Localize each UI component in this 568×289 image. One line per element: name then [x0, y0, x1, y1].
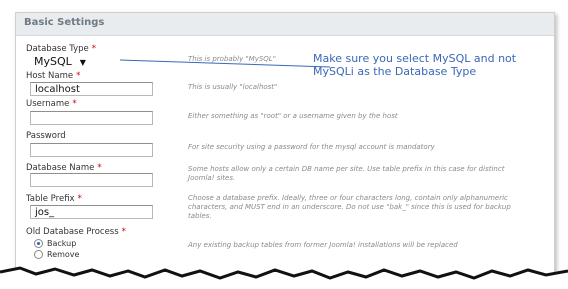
callout-line-2: MySQLi as the Database Type: [313, 65, 477, 78]
password-label: Password: [26, 131, 66, 141]
host-label: Host Name *: [26, 71, 81, 81]
db-name-label: Database Name *: [26, 163, 102, 173]
radio-remove-label: Remove: [47, 250, 80, 259]
db-type-label: Database Type *: [26, 44, 97, 54]
host-hint: This is usually "localhost": [188, 83, 278, 91]
radio-backup[interactable]: Backup: [34, 239, 76, 248]
radio-selected-icon: [34, 239, 43, 248]
radio-unselected-icon: [34, 250, 43, 259]
db-name-hint: Some hosts allow only a certain DB name …: [188, 165, 505, 182]
password-input[interactable]: [30, 143, 153, 157]
torn-edge-decoration: [0, 266, 568, 289]
db-type-value: MySQL: [34, 55, 72, 68]
old-db-label: Old Database Process *: [26, 227, 126, 237]
username-hint: Either something as "root" or a username…: [188, 112, 398, 120]
dropdown-arrow-icon: ▼: [79, 58, 86, 67]
username-input[interactable]: [30, 111, 153, 125]
old-db-hint: Any existing backup tables from former J…: [188, 241, 458, 249]
section-title: Basic Settings: [24, 17, 105, 28]
db-name-input[interactable]: [30, 173, 153, 187]
section-header: Basic Settings: [16, 13, 554, 36]
annotation-callout: Make sure you select MySQL and not MySQL…: [313, 52, 516, 78]
prefix-hint: Choose a database prefix. Ideally, three…: [188, 194, 511, 220]
callout-line-1: Make sure you select MySQL and not: [313, 52, 517, 65]
db-type-select[interactable]: MySQL ▼: [34, 55, 86, 68]
radio-remove[interactable]: Remove: [34, 250, 79, 259]
host-input[interactable]: localhost: [30, 82, 153, 96]
radio-backup-label: Backup: [47, 239, 77, 248]
password-hint: For site security using a password for t…: [188, 143, 435, 151]
prefix-label: Table Prefix *: [26, 194, 82, 204]
prefix-input[interactable]: jos_: [30, 205, 153, 219]
username-label: Username *: [26, 99, 77, 109]
